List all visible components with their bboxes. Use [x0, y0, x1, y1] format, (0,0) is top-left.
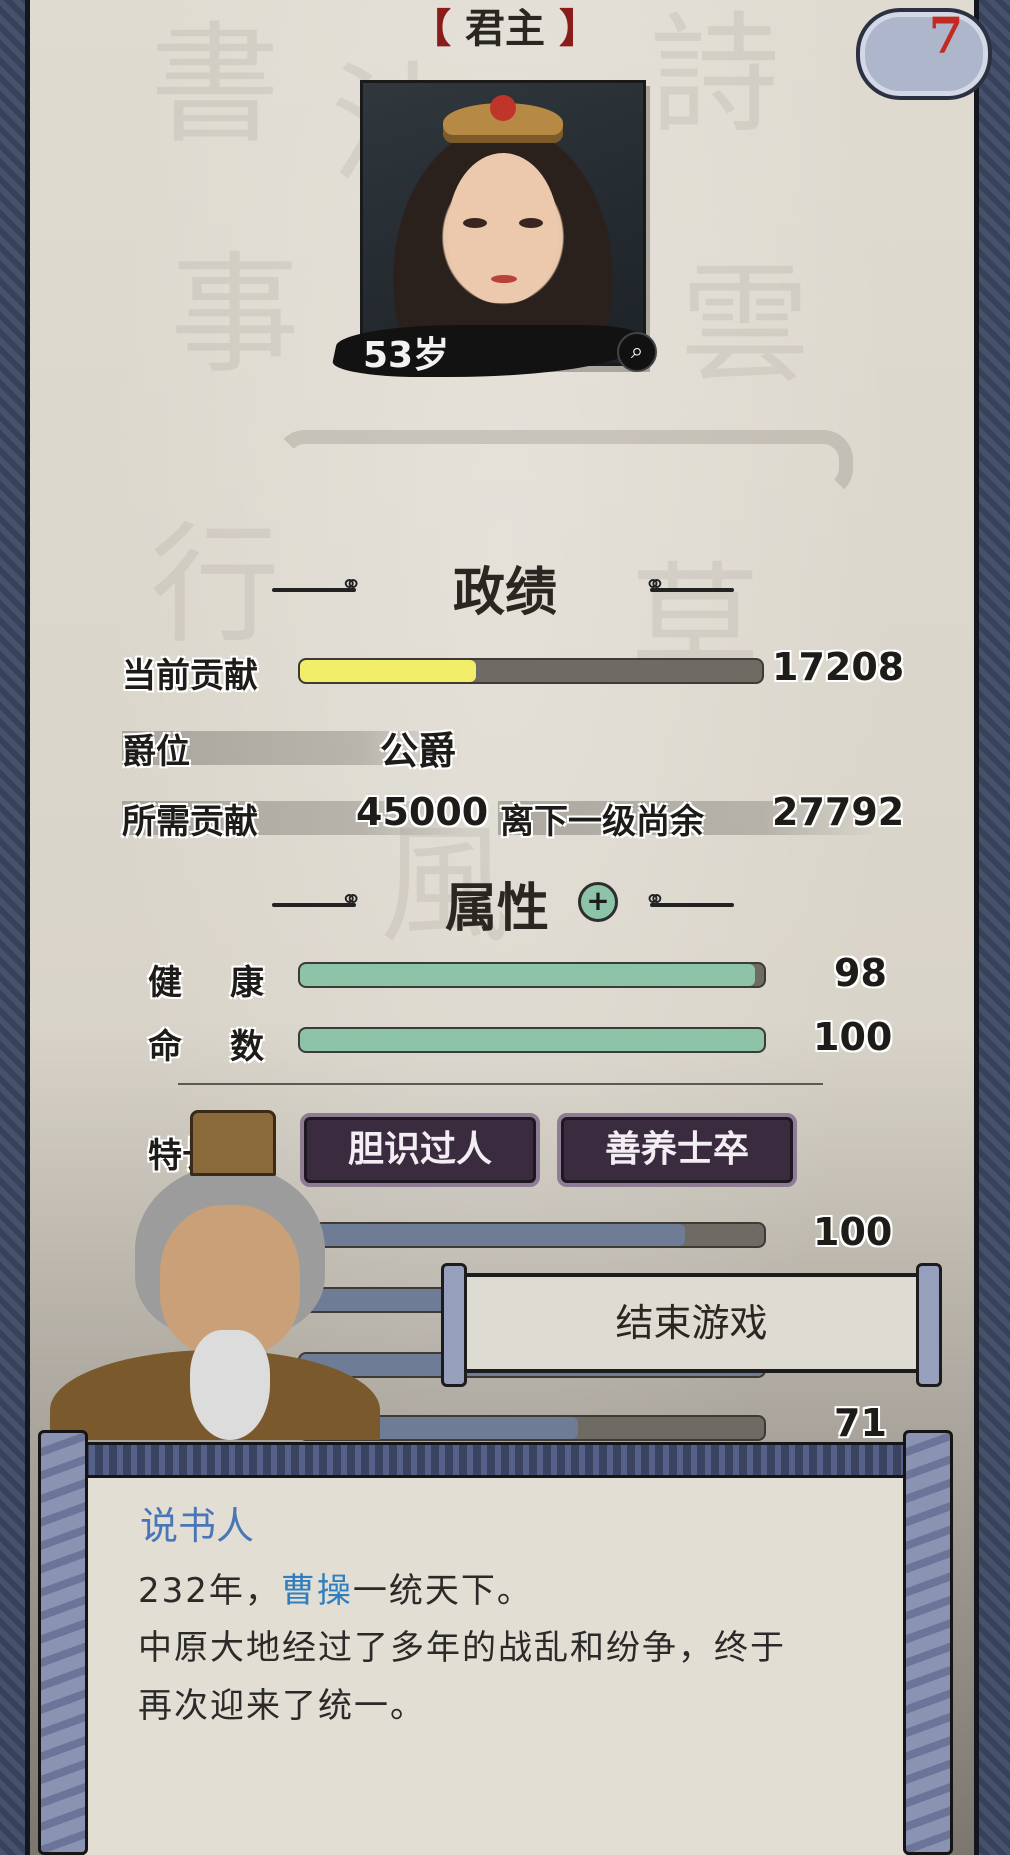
- attributes-heading: 属性: [445, 879, 550, 939]
- current-contribution-label: 当前贡献: [122, 656, 258, 696]
- health-bar: [298, 962, 766, 988]
- current-contribution-value: 17208: [772, 645, 905, 689]
- dialog-line-1-suffix: 一统天下。: [352, 1571, 533, 1611]
- fate-bar: [298, 1027, 766, 1053]
- required-contribution-label: 所需贡献: [122, 802, 258, 842]
- title-text: 君主: [465, 6, 545, 52]
- health-bar-fill: [300, 964, 755, 986]
- title-bracket-left: 【: [411, 6, 452, 52]
- dialog-line-2: 中原大地经过了多年的战乱和纷争，终于: [138, 1628, 786, 1668]
- end-game-label: 结束游戏: [615, 1301, 768, 1345]
- fate-bar-fill: [300, 1029, 764, 1051]
- health-label-char-2: 康: [230, 963, 264, 1003]
- politics-heading: 政绩: [452, 563, 557, 623]
- highlighted-name: 曹操: [280, 1571, 353, 1611]
- ornament-right-icon: [644, 885, 734, 915]
- remaining-label: 离下一级尚余: [500, 802, 704, 842]
- age-label: 53岁: [363, 335, 450, 376]
- fate-label-char-2: 数: [230, 1027, 264, 1067]
- ornament-left-icon: [272, 885, 362, 915]
- turns-counter: 7: [928, 6, 964, 65]
- fate-value: 100: [813, 1015, 893, 1059]
- dialog-line-1: 232年，曹操一统天下。: [138, 1563, 533, 1612]
- divider: [178, 1083, 823, 1085]
- ruler-portrait[interactable]: [360, 80, 646, 366]
- contribution-bar: [298, 658, 764, 684]
- rank-label: 爵位: [122, 732, 190, 772]
- ornament-right-icon: [644, 570, 734, 600]
- required-contribution-value: 45000: [356, 790, 489, 834]
- end-game-button[interactable]: 结束游戏: [441, 1263, 942, 1387]
- stat-value-1: 100: [813, 1210, 893, 1254]
- rank-value: 公爵: [380, 729, 457, 773]
- remaining-value: 27792: [772, 790, 905, 834]
- contribution-bar-fill: [300, 660, 476, 682]
- left-frame: [0, 0, 30, 1855]
- health-value: 98: [834, 951, 887, 995]
- dialog-line-1-prefix: 232年，: [138, 1571, 281, 1611]
- speaker-name: 说书人: [140, 1504, 255, 1548]
- plus-circle-icon[interactable]: +: [578, 882, 618, 922]
- title-bracket-right: 】: [558, 6, 599, 52]
- trait-button-2[interactable]: 善养士卒: [557, 1113, 797, 1187]
- health-label-char-1: 健: [148, 963, 182, 1003]
- storyteller-portrait: [40, 1100, 380, 1440]
- fate-label-char-1: 命: [148, 1027, 182, 1067]
- dialog-line-3: 再次迎来了统一。: [138, 1686, 426, 1726]
- search-icon[interactable]: ⌕: [617, 332, 657, 372]
- right-frame: [974, 0, 1010, 1855]
